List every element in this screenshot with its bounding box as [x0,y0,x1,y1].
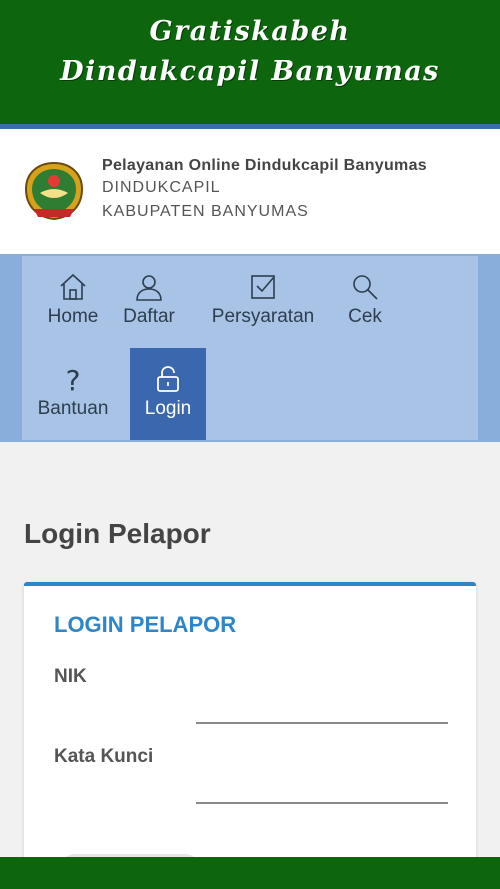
page-title: Login Pelapor [24,518,211,549]
regency-emblem-icon [24,161,84,221]
nav-item-home[interactable]: Home [32,256,114,348]
checkbox-icon [251,275,275,299]
nav-label-home: Home [47,306,99,327]
promo-banner: Gratiskabeh Dindukcapil Banyumas [0,0,500,124]
site-title: Pelayanan Online Dindukcapil Banyumas [102,157,427,174]
home-icon [60,273,86,300]
footer-banner [0,857,500,889]
nav-label-bantuan: Bantuan [37,398,109,419]
nik-field[interactable] [196,696,448,724]
nav-item-persyaratan[interactable]: Persyaratan [206,256,320,348]
password-label: Kata Kunci [54,746,154,767]
nav-item-cek[interactable]: Cek [342,256,388,348]
user-icon [136,275,162,301]
site-subtitle-agency: DINDUKCAPIL [102,179,221,196]
main-nav: Home Daftar Persyaratan Cek ? Bantuan Lo… [0,254,500,442]
site-subtitle-region: KABUPATEN BANYUMAS [102,203,309,220]
login-card: LOGIN PELAPOR NIK Kata Kunci [24,582,476,884]
nav-label-cek: Cek [348,306,382,327]
login-card-title: LOGIN PELAPOR [54,612,237,637]
nav-item-daftar[interactable]: Daftar [116,256,182,348]
lock-icon [157,366,179,392]
password-field[interactable] [196,776,448,804]
banner-line-2: Dindukcapil Banyumas [60,56,440,87]
nav-label-persyaratan: Persyaratan [211,306,315,327]
nav-panel: Home Daftar Persyaratan Cek ? Bantuan Lo… [22,256,478,440]
nik-label: NIK [54,666,87,687]
banner-line-1: Gratiskabeh [149,16,351,47]
nav-label-daftar: Daftar [123,306,175,327]
site-header: Pelayanan Online Dindukcapil Banyumas DI… [0,129,500,254]
search-icon [353,275,378,300]
nav-label-login: Login [144,398,192,419]
svg-text:?: ? [66,364,81,394]
nav-item-login[interactable]: Login [130,348,206,440]
nav-item-bantuan[interactable]: ? Bantuan [32,348,114,440]
question-icon: ? [66,364,81,394]
